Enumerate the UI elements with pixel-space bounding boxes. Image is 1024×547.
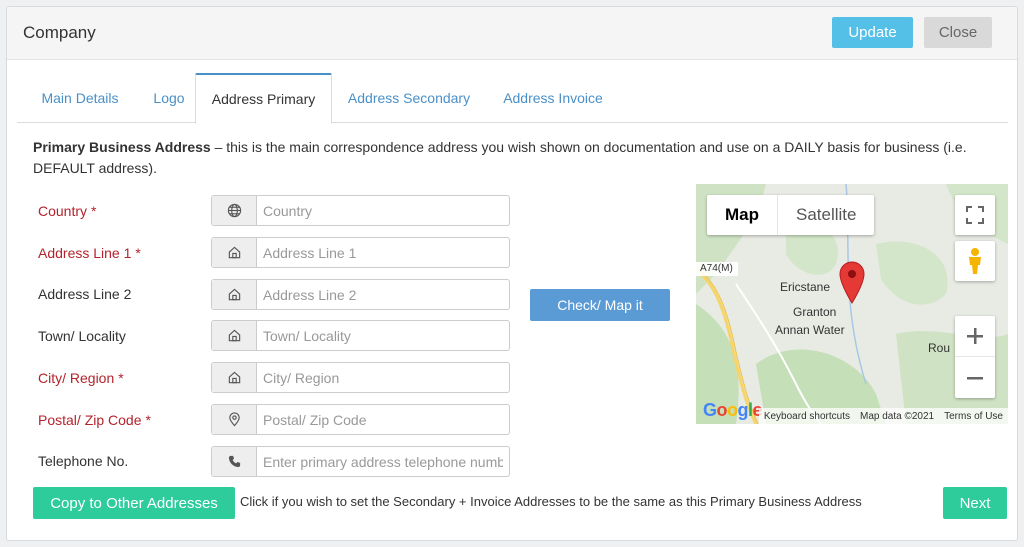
- telephone-field-group: [211, 446, 510, 477]
- zoom-out-button[interactable]: [955, 357, 995, 398]
- tab-main-details[interactable]: Main Details: [17, 73, 143, 123]
- street-view-button[interactable]: [955, 241, 995, 281]
- fullscreen-button[interactable]: [955, 195, 995, 235]
- home-icon: [212, 238, 257, 267]
- country-label-text: Country: [38, 203, 88, 219]
- modal-header: Company Update Close: [7, 7, 1017, 60]
- country-label: Country *: [38, 203, 96, 219]
- place-label-annan-water: Annan Water: [775, 323, 845, 337]
- phone-icon: [212, 447, 257, 476]
- map-marker-icon[interactable]: [838, 260, 866, 304]
- home-icon: [212, 280, 257, 309]
- fullscreen-icon: [966, 206, 984, 224]
- city-region-label-text: City/ Region: [38, 370, 115, 386]
- postal-zip-label: Postal/ Zip Code *: [38, 412, 151, 428]
- city-region-input[interactable]: [257, 363, 509, 392]
- company-modal: Company Update Close Main Details Logo A…: [6, 6, 1018, 541]
- minus-icon: [967, 376, 983, 379]
- country-field-group: [211, 195, 510, 226]
- required-marker: *: [135, 245, 141, 261]
- map-pin-icon: [212, 405, 257, 434]
- country-input[interactable]: [257, 196, 509, 225]
- terms-of-use-link[interactable]: Terms of Use: [939, 411, 1008, 422]
- pegman-icon: [969, 248, 981, 274]
- map-widget[interactable]: A74(M) Map Satellite Ericstane Granton A…: [696, 184, 1008, 424]
- address-line-2-label: Address Line 2: [38, 286, 132, 302]
- address-line-1-field-group: [211, 237, 510, 268]
- city-region-field-group: [211, 362, 510, 393]
- keyboard-shortcuts-link[interactable]: Keyboard shortcuts: [759, 411, 855, 422]
- postal-zip-label-text: Postal/ Zip Code: [38, 412, 142, 428]
- map-type-map-button[interactable]: Map: [707, 195, 777, 235]
- update-button[interactable]: Update: [832, 17, 913, 48]
- globe-icon: [212, 196, 257, 225]
- home-icon: [212, 363, 257, 392]
- zoom-control: [955, 316, 995, 398]
- address-line-2-input[interactable]: [257, 280, 509, 309]
- intro-bold: Primary Business Address: [33, 139, 211, 155]
- next-button[interactable]: Next: [943, 487, 1007, 519]
- tab-bar: Main Details Logo Address Primary Addres…: [17, 73, 1008, 124]
- tab-address-invoice[interactable]: Address Invoice: [491, 73, 615, 123]
- close-button[interactable]: Close: [924, 17, 992, 48]
- address-line-1-input[interactable]: [257, 238, 509, 267]
- place-label-granton: Granton: [793, 305, 837, 319]
- address-line-1-label-text: Address Line 1: [38, 245, 132, 261]
- postal-zip-field-group: [211, 404, 510, 435]
- map-footer: Keyboard shortcuts Map data ©2021 Terms …: [758, 408, 1008, 424]
- home-icon: [212, 321, 257, 350]
- required-marker: *: [145, 412, 151, 428]
- map-data-text: Map data ©2021: [860, 410, 935, 422]
- intro-text: Primary Business Address – this is the m…: [33, 137, 1003, 179]
- address-line-2-field-group: [211, 279, 510, 310]
- check-map-button[interactable]: Check/ Map it: [530, 289, 670, 321]
- map-type-satellite-button[interactable]: Satellite: [777, 195, 874, 235]
- town-locality-field-group: [211, 320, 510, 351]
- map-type-control: Map Satellite: [707, 195, 875, 235]
- city-region-label: City/ Region *: [38, 370, 124, 386]
- copy-to-other-addresses-button[interactable]: Copy to Other Addresses: [33, 487, 235, 519]
- required-marker: *: [118, 370, 124, 386]
- tab-address-secondary[interactable]: Address Secondary: [335, 73, 483, 123]
- place-label-rou: Rou: [928, 341, 951, 355]
- zoom-in-button[interactable]: [955, 316, 995, 357]
- telephone-input[interactable]: [257, 447, 509, 476]
- road-label: A74(M): [700, 263, 733, 274]
- tab-logo[interactable]: Logo: [143, 73, 195, 123]
- required-marker: *: [91, 203, 97, 219]
- modal-title: Company: [23, 23, 96, 42]
- place-label-ericstane: Ericstane: [780, 280, 831, 294]
- town-locality-input[interactable]: [257, 321, 509, 350]
- google-logo: Google: [703, 400, 763, 420]
- town-locality-label: Town/ Locality: [38, 328, 126, 344]
- postal-zip-input[interactable]: [257, 405, 509, 434]
- copy-hint-text: Click if you wish to set the Secondary +…: [240, 494, 862, 509]
- address-line-1-label: Address Line 1 *: [38, 245, 141, 261]
- telephone-label: Telephone No.: [38, 453, 129, 469]
- tab-address-primary[interactable]: Address Primary: [195, 73, 332, 124]
- plus-icon: [967, 328, 983, 344]
